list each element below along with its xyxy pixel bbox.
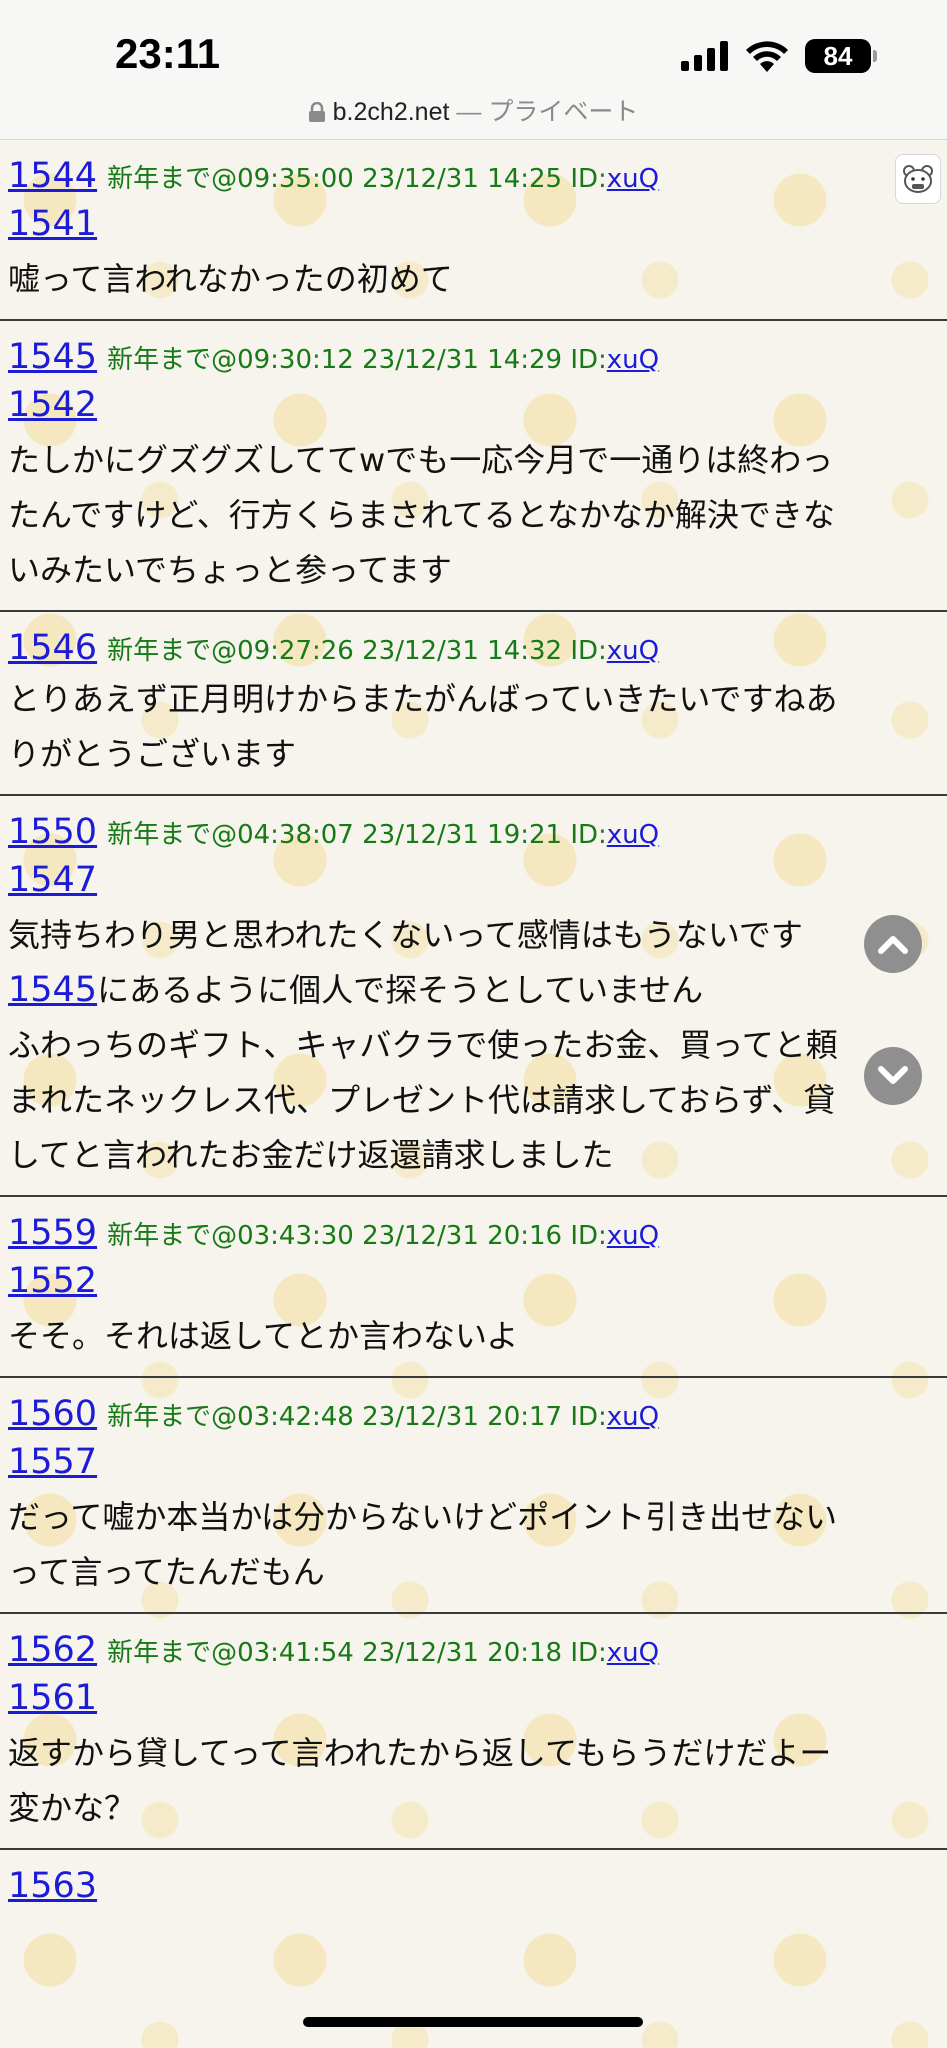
post-body: 嘘って言われなかったの初めて (8, 252, 939, 319)
post-meta-text: 新年まで@03:41:54 23/12/31 20:18 ID: (107, 1638, 607, 1668)
post: 1563 (0, 1850, 947, 1906)
chevron-down-icon (878, 1066, 908, 1084)
post-header: 1550 新年まで@04:38:07 23/12/31 19:21 ID:xuQ (8, 812, 939, 852)
post-line: とりあえず正月明けからまたがんばっていきたいですねあ (8, 680, 838, 718)
post-header: 1546 新年まで@09:27:26 23/12/31 14:32 ID:xuQ (8, 628, 939, 668)
post-meta: 新年まで@09:27:26 23/12/31 14:32 ID:xuQ (107, 630, 659, 667)
home-indicator[interactable] (303, 2017, 643, 2027)
post-id-link[interactable]: xuQ (607, 164, 659, 194)
post-line: そそ。それは返してとか言わないよ (8, 1317, 519, 1355)
post-body: 返すから貸してって言われたから返してもらうだけだよー 変かな？ (8, 1726, 939, 1848)
post-number-link[interactable]: 1546 (8, 628, 97, 668)
post-number-link[interactable]: 1559 (8, 1213, 97, 1253)
post-line: だって嘘か本当かは分からないけどポイント引き出せない (8, 1498, 838, 1536)
post-header: 1545 新年まで@09:30:12 23/12/31 14:29 ID:xuQ (8, 337, 939, 377)
status-bar: 23:11 84 b.2ch2.net — プライベート (0, 0, 947, 140)
aa-viewer-button[interactable] (895, 154, 941, 204)
post-line: たんですけど、行方くらまされてるとなかなか解決できな (8, 496, 835, 534)
post-number-link[interactable]: 1563 (8, 1866, 97, 1906)
post-line: りがとうございます (8, 735, 297, 773)
post-id-link[interactable]: xuQ (607, 1638, 659, 1668)
post-id-link[interactable]: xuQ (607, 1221, 659, 1251)
private-mode-label: プライベート (488, 98, 639, 126)
scroll-down-button[interactable] (864, 1047, 922, 1105)
post: 1550 新年まで@04:38:07 23/12/31 19:21 ID:xuQ… (0, 796, 947, 1197)
inline-reply-link[interactable]: 1545 (8, 963, 97, 1018)
post-body: 気持ちわり男と思われたくないって感情はもうないです 1545にあるように個人で探… (8, 908, 939, 1195)
post-number-link[interactable]: 1545 (8, 337, 97, 377)
post: 1559 新年まで@03:43:30 23/12/31 20:16 ID:xuQ… (0, 1197, 947, 1378)
post-body: たしかにグズグズしててwでも一応今月で一通りは終わっ たんですけど、行方くらまさ… (8, 433, 939, 610)
post-meta: 新年まで@03:43:30 23/12/31 20:16 ID:xuQ (107, 1215, 659, 1252)
post-id-link[interactable]: xuQ (607, 345, 659, 375)
clock: 23:11 (115, 30, 221, 77)
post-line: してと言われたお金だけ返還請求しました (8, 1136, 614, 1174)
post-line: 1545にあるように個人で探そうとしていません (8, 963, 939, 1018)
reply-anchor-link[interactable]: 1542 (8, 377, 97, 433)
post-number-link[interactable]: 1550 (8, 812, 97, 852)
wifi-icon (746, 41, 788, 72)
post-header: 1563 (8, 1866, 939, 1906)
post-line: ふわっちのギフト、キャバクラで使ったお金、買ってと頼 (8, 1026, 838, 1064)
post-line: たしかにグズグズしててwでも一応今月で一通りは終わっ (8, 441, 834, 479)
cellular-signal-icon (681, 41, 728, 71)
post-id-link[interactable]: xuQ (607, 1402, 659, 1432)
chevron-up-icon (878, 936, 908, 954)
post-body: そそ。それは返してとか言わないよ (8, 1309, 939, 1376)
reply-anchor-link[interactable]: 1552 (8, 1253, 97, 1309)
post-meta: 新年まで@04:38:07 23/12/31 19:21 ID:xuQ (107, 814, 659, 851)
lock-icon (308, 102, 325, 122)
post-meta-text: 新年まで@09:35:00 23/12/31 14:25 ID: (107, 164, 607, 194)
post-meta-text: 新年まで@03:43:30 23/12/31 20:16 ID: (107, 1221, 607, 1251)
post-meta: 新年まで@09:35:00 23/12/31 14:25 ID:xuQ (107, 158, 659, 195)
post-line: 気持ちわり男と思われたくないって感情はもうないです (8, 916, 803, 954)
post-body: だって嘘か本当かは分からないけどポイント引き出せない って言ってたんだもん (8, 1490, 939, 1612)
post-line: いみたいでちょっと参ってます (8, 551, 452, 589)
post-line: って言ってたんだもん (8, 1553, 325, 1591)
reply-anchor-link[interactable]: 1547 (8, 852, 97, 908)
post-meta: 新年まで@03:42:48 23/12/31 20:17 ID:xuQ (107, 1396, 659, 1433)
post-header: 1560 新年まで@03:42:48 23/12/31 20:17 ID:xuQ (8, 1394, 939, 1434)
post: 1562 新年まで@03:41:54 23/12/31 20:18 ID:xuQ… (0, 1614, 947, 1850)
reply-anchor-link[interactable]: 1561 (8, 1670, 97, 1726)
post-number-link[interactable]: 1560 (8, 1394, 97, 1434)
post-line: まれたネックレス代、プレゼント代は請求しておらず、貸 (8, 1081, 836, 1119)
status-icons: 84 (681, 36, 877, 76)
post-line: 嘘って言われなかったの初めて (8, 260, 453, 298)
post: 1545 新年まで@09:30:12 23/12/31 14:29 ID:xuQ… (0, 321, 947, 612)
post-id-link[interactable]: xuQ (607, 636, 659, 666)
post-header: 1562 新年まで@03:41:54 23/12/31 20:18 ID:xuQ (8, 1630, 939, 1670)
post-line: 変かな？ (8, 1789, 137, 1827)
post-number-link[interactable]: 1562 (8, 1630, 97, 1670)
post: 1544 新年まで@09:35:00 23/12/31 14:25 ID:xuQ… (0, 140, 947, 321)
post-meta-text: 新年まで@09:30:12 23/12/31 14:29 ID: (107, 345, 607, 375)
post-meta: 新年まで@03:41:54 23/12/31 20:18 ID:xuQ (107, 1632, 659, 1669)
post: 1546 新年まで@09:27:26 23/12/31 14:32 ID:xuQ… (0, 612, 947, 796)
bear-face-icon (903, 165, 933, 193)
url-domain: b.2ch2.net (332, 98, 450, 126)
post-meta-text: 新年まで@03:42:48 23/12/31 20:17 ID: (107, 1402, 607, 1432)
reply-anchor-link[interactable]: 1557 (8, 1434, 97, 1490)
post-number-link[interactable]: 1544 (8, 156, 97, 196)
thread-content[interactable]: 1544 新年まで@09:35:00 23/12/31 14:25 ID:xuQ… (0, 140, 947, 2048)
post: 1560 新年まで@03:42:48 23/12/31 20:17 ID:xuQ… (0, 1378, 947, 1614)
battery-nub (873, 50, 877, 62)
post-id-link[interactable]: xuQ (607, 820, 659, 850)
post-meta-text: 新年まで@04:38:07 23/12/31 19:21 ID: (107, 820, 607, 850)
post-meta: 新年まで@09:30:12 23/12/31 14:29 ID:xuQ (107, 339, 659, 376)
post-line: 返すから貸してって言われたから返してもらうだけだよー (8, 1734, 832, 1772)
url-separator: — (456, 98, 482, 126)
reply-anchor-link[interactable]: 1541 (8, 196, 97, 252)
battery-indicator: 84 (805, 39, 871, 73)
post-meta-text: 新年まで@09:27:26 23/12/31 14:32 ID: (107, 636, 607, 666)
post-header: 1544 新年まで@09:35:00 23/12/31 14:25 ID:xuQ (8, 156, 939, 196)
scroll-up-button[interactable] (864, 915, 922, 973)
post-line-text: にあるように個人で探そうとしていません (97, 971, 704, 1009)
post-body: とりあえず正月明けからまたがんばっていきたいですねあ りがとうございます (8, 668, 939, 794)
post-header: 1559 新年まで@03:43:30 23/12/31 20:16 ID:xuQ (8, 1213, 939, 1253)
url-bar[interactable]: b.2ch2.net — プライベート (0, 92, 947, 128)
